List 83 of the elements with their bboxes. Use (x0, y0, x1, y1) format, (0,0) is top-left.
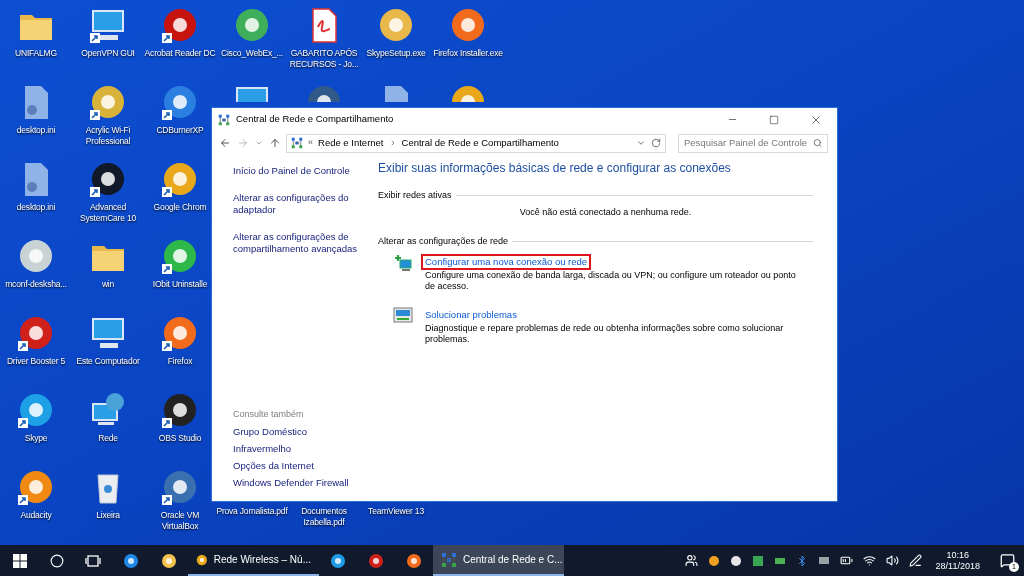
icon-label: Cisco_WebEx_... (219, 48, 284, 59)
icon-label: mconf-desksha... (4, 279, 68, 290)
network-icon (441, 551, 457, 568)
icon-label: desktop.ini (15, 125, 57, 136)
tray-app-icon[interactable] (751, 554, 764, 567)
icon-label: OpenVPN GUI (80, 48, 136, 59)
taskbar-window-button[interactable]: Central de Rede e C... (433, 545, 564, 576)
up-button[interactable] (268, 137, 282, 149)
tray-app-icon[interactable] (817, 554, 830, 567)
breadcrumb-item[interactable]: Central de Rede e Compartilhamento (401, 135, 559, 151)
page-heading: Exibir suas informações básicas de rede e configurar as conexões (378, 160, 732, 177)
icon-label: SkypeSetup.exe (365, 48, 427, 59)
troubleshoot-icon (393, 306, 413, 323)
icon-label: Prova Jornalista.pdf (216, 506, 288, 517)
search-icon (812, 138, 822, 148)
icon-label: Google Chrom (152, 202, 208, 213)
icon-label: Driver Booster 5 (5, 356, 67, 367)
task-view-icon (85, 554, 101, 567)
icon-label: Este Computador (75, 356, 141, 367)
icon-label: TeamViewer 13 (367, 506, 425, 517)
icon-label: Rede (97, 433, 119, 444)
icon-label: GABARITO APÓS RECURSOS - Jo... (288, 48, 360, 70)
icon-label: Acrylic Wi-Fi Professional (84, 125, 132, 147)
sidebar-link[interactable]: Início do Painel de Controle (233, 165, 372, 177)
icon-label: desktop.ini (15, 202, 57, 213)
taskbar-window-button[interactable]: Rede Wireless – Nú... (188, 545, 319, 576)
sidebar-link[interactable]: Alterar as configurações de compartilhamento avançadas (233, 231, 372, 255)
see-also-link[interactable]: Opções da Internet (233, 460, 372, 472)
task-link[interactable]: Solucionar problemas (421, 306, 521, 323)
icon-label: Skype (23, 433, 49, 444)
windows-logo-icon (13, 553, 27, 568)
back-button[interactable] (218, 137, 232, 149)
icon-label: Lixeira (95, 510, 121, 521)
icon-label: Firefox Installer.exe (432, 48, 504, 59)
icon-label: win (100, 279, 116, 290)
icon-label: OBS Studio (157, 433, 203, 444)
breadcrumb-item[interactable]: Rede e Internet (318, 135, 384, 151)
chevron-down-icon (255, 139, 263, 147)
see-also-heading: Consulte também (233, 407, 305, 421)
icon-label: IObit Uninstalle (151, 279, 209, 290)
task-description: Diagnostique e repare problemas de rede ou obtenha informações sobre como solucionar problemas. (424, 322, 785, 346)
wifi-icon[interactable] (862, 554, 876, 567)
battery-icon[interactable] (839, 554, 853, 567)
tray-app-icon[interactable] (707, 554, 720, 567)
icon-label: CDBurnerXP (155, 125, 205, 136)
see-also-link[interactable]: Grupo Doméstico (233, 426, 372, 438)
tray-app-icon[interactable] (729, 554, 742, 567)
breadcrumb-overflow[interactable]: « (308, 136, 313, 150)
task-description: Configure uma conexão de banda larga, discada ou VPN; ou configure um roteador ou ponto de acesso. (424, 269, 797, 293)
chevron-down-icon (636, 138, 646, 148)
section-heading: Exibir redes ativas (378, 189, 452, 202)
window-title: Central de Rede e Compartilhamento (236, 112, 394, 127)
search-icon (50, 553, 64, 568)
sidebar-link[interactable]: Alterar as configurações do adaptador (233, 192, 372, 216)
icon-label: Advanced SystemCare 10 (79, 202, 137, 224)
address-bar[interactable]: « Rede e Internet Central de Rede e Compartilhamento (286, 133, 666, 153)
maximize-icon (769, 114, 779, 125)
network-setup-icon (393, 253, 413, 272)
volume-icon[interactable] (885, 554, 899, 567)
back-icon (219, 137, 231, 149)
clock[interactable]: 10:16 28/11/2018 (931, 549, 984, 572)
clock-date: 28/11/2018 (935, 560, 980, 572)
network-icon (218, 113, 230, 126)
see-also-link[interactable]: Windows Defender Firewall (233, 477, 372, 489)
clock-time: 10:16 (946, 549, 970, 561)
see-also-link[interactable]: Infravermelho (233, 443, 372, 455)
notifications-icon (999, 553, 1015, 568)
network-icon (291, 137, 303, 149)
icon-label: Oracle VM VirtualBox (159, 510, 201, 532)
search-field[interactable]: Pesquisar Painel de Controle (678, 133, 828, 153)
forward-icon (237, 137, 249, 149)
up-icon (269, 137, 281, 149)
refresh-icon (651, 138, 661, 148)
icon-label: UNIFALMG (14, 48, 58, 59)
icon-label: Audacity (19, 510, 53, 521)
task-link[interactable]: Configurar uma nova conexão ou rede (421, 253, 592, 270)
people-icon[interactable] (684, 554, 698, 567)
no-network-message: Você não está conectado a nenhuma rede. (519, 205, 692, 219)
pen-icon[interactable] (908, 554, 922, 567)
icon-label: Acrobat Reader DC (144, 48, 216, 59)
section-heading: Alterar as configurações de rede (378, 235, 509, 248)
icon-label: Documentos Izabella.pdf (300, 506, 348, 528)
icon-label: Firefox (166, 356, 194, 367)
